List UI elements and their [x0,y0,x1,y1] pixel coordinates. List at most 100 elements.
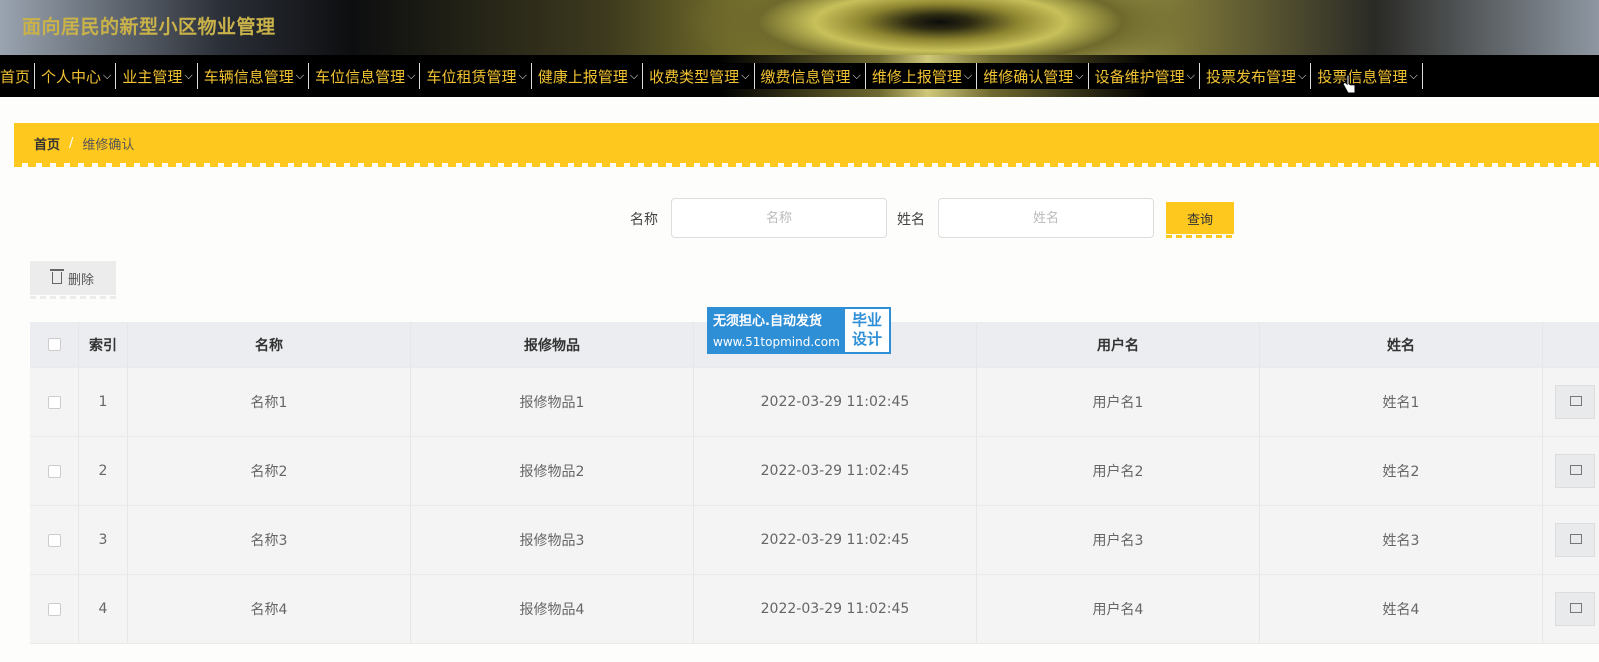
nav-item-label: 车位信息管理 [315,67,406,86]
nav-item-7[interactable]: 收费类型管理 ⌵ [643,63,755,89]
top-nav: 首页 个人中心 ⌵ 业主管理 ⌵ 车辆信息管理 ⌵ 车位信息管理 ⌵ 车位租赁管理 ⌵ 健康上报管理 ⌵… [0,55,1599,97]
header-username[interactable]: 用户名 [977,322,1260,367]
header-actions [1543,322,1599,367]
cell-person: 姓名3 [1260,506,1543,574]
table-row[interactable]: 1 名称1 报修物品1 2022-03-29 11:02:45 用户名1 姓名1 [30,368,1599,437]
chevron-down-icon: ⌵ [407,69,416,82]
row-detail-button[interactable] [1555,592,1595,626]
cell-username: 用户名3 [977,506,1260,574]
nav-item-label: 缴费信息管理 [760,67,851,86]
nav-item-6[interactable]: 健康上报管理 ⌵ [531,63,644,89]
watermark-badge: 无须担心.自动发货 www.51topmind.com 毕业 设计 [707,307,891,354]
chevron-down-icon: ⌵ [295,69,305,82]
cell-person: 姓名4 [1260,575,1543,643]
row-actions-cell [1543,575,1599,643]
breadcrumb-home-link[interactable]: 首页 [34,134,60,153]
select-all-checkbox[interactable] [47,338,61,351]
nav-item-10[interactable]: 维修确认管理 ⌵ [977,63,1089,89]
chevron-down-icon: ⌵ [518,69,527,82]
nav-item-label: 首页 [0,67,31,86]
cell-name: 名称1 [128,368,411,436]
cell-time: 2022-03-29 11:02:45 [694,575,977,643]
nav-item-0[interactable]: 首页 [0,63,36,89]
row-actions-cell [1543,437,1599,505]
cell-username: 用户名4 [977,575,1260,643]
nav-item-5[interactable]: 车位租赁管理 ⌵ [420,63,532,89]
cell-name: 名称3 [128,506,411,574]
nav-item-label: 维修上报管理 [871,67,962,86]
cell-item: 报修物品2 [411,437,694,505]
watermark-right2: 设计 [851,330,882,348]
table-row[interactable]: 3 名称3 报修物品3 2022-03-29 11:02:45 用户名3 姓名3 [30,506,1599,575]
nav-item-3[interactable]: 车辆信息管理 ⌵ [197,63,310,89]
nav-item-label: 个人中心 [41,67,102,86]
name-label: 名称 [630,212,658,228]
row-checkbox[interactable] [47,395,61,409]
detail-icon [1570,534,1582,544]
row-checkbox[interactable] [47,533,61,547]
search-form: 名称 姓名 查询 [0,198,1599,238]
row-select-cell [30,368,79,436]
row-select-cell [30,575,79,643]
header-name[interactable]: 名称 [128,322,411,367]
row-detail-button[interactable] [1555,523,1595,557]
cell-name: 名称4 [128,575,411,643]
watermark-right1: 毕业 [851,311,882,329]
nav-item-label: 业主管理 [122,67,183,86]
nav-item-label: 健康上报管理 [537,67,628,86]
table-row[interactable]: 2 名称2 报修物品2 2022-03-29 11:02:45 用户名2 姓名2 [30,437,1599,506]
nav-item-8[interactable]: 缴费信息管理 ⌵ [754,63,866,89]
header-item[interactable]: 报修物品 [411,322,694,367]
nav-item-4[interactable]: 车位信息管理 ⌵ [309,63,421,89]
row-detail-button[interactable] [1555,454,1595,488]
row-select-cell [30,437,79,505]
nav-item-label: 维修确认管理 [983,67,1074,86]
cell-time: 2022-03-29 11:02:45 [694,506,977,574]
cell-username: 用户名2 [977,437,1260,505]
cell-index: 2 [79,437,128,505]
row-checkbox[interactable] [47,602,61,616]
cell-person: 姓名1 [1260,368,1543,436]
nav-item-12[interactable]: 投票发布管理 ⌵ [1199,63,1312,89]
watermark-line1: 无须担心.自动发货 [713,314,822,329]
query-button[interactable]: 查询 [1166,202,1234,238]
chevron-down-icon: ⌵ [629,69,639,82]
chevron-down-icon: ⌵ [1186,69,1195,82]
delete-button[interactable]: 删除 [30,261,116,299]
row-checkbox[interactable] [47,464,61,478]
breadcrumb-separator: / [69,135,74,151]
header-index[interactable]: 索引 [79,322,128,367]
row-select-cell [30,506,79,574]
breadcrumb: 首页 / 维修确认 [14,123,1599,167]
nav-item-1[interactable]: 个人中心 ⌵ [35,63,117,89]
person-label: 姓名 [897,212,925,228]
nav-item-9[interactable]: 维修上报管理 ⌵ [865,63,978,89]
data-table: 索引 名称 报修物品 用户名 姓名 1 名称1 报修物品1 2022-03-29 11… [30,322,1599,644]
row-actions-cell [1543,506,1599,574]
nav-item-11[interactable]: 设备维护管理 ⌵ [1088,63,1200,89]
delete-button-label: 删除 [67,272,94,288]
nav-item-2[interactable]: 业主管理 ⌵ [116,63,198,89]
header-banner: 面向居民的新型小区物业管理 [0,0,1599,55]
trash-icon [49,269,64,284]
chevron-down-icon: ⌵ [103,69,112,82]
chevron-down-icon: ⌵ [1409,69,1418,82]
row-actions-cell [1543,368,1599,436]
cell-item: 报修物品4 [411,575,694,643]
cell-time: 2022-03-29 11:02:45 [694,437,977,505]
detail-icon [1570,603,1582,613]
app-title: 面向居民的新型小区物业管理 [22,16,276,38]
nav-item-13[interactable]: 投票信息管理 ⌵ [1311,63,1423,89]
row-detail-button[interactable] [1555,385,1595,419]
chevron-down-icon: ⌵ [184,69,193,82]
person-input[interactable] [938,198,1154,238]
header-person[interactable]: 姓名 [1260,322,1543,367]
cell-item: 报修物品3 [411,506,694,574]
chevron-down-icon: ⌵ [963,69,973,82]
table-row[interactable]: 4 名称4 报修物品4 2022-03-29 11:02:45 用户名4 姓名4 [30,575,1599,644]
nav-item-label: 车辆信息管理 [203,67,294,86]
watermark-left: 无须担心.自动发货 www.51topmind.com [709,309,845,352]
name-input[interactable] [671,198,887,238]
cell-index: 3 [79,506,128,574]
cell-name: 名称2 [128,437,411,505]
